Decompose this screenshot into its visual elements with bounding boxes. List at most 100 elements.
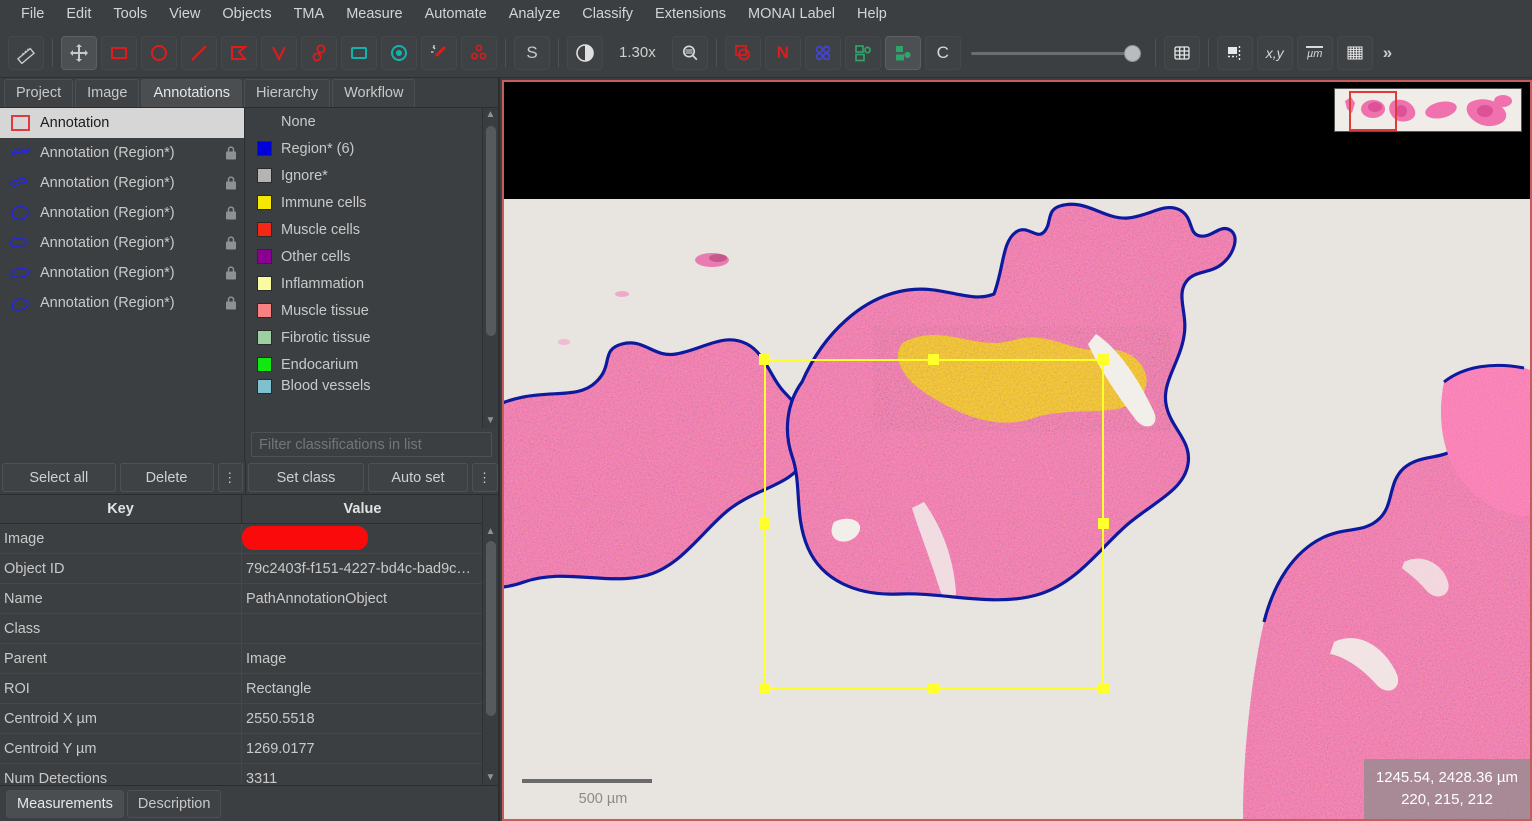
scroll-up-arrow[interactable]: ▲ [486,525,496,539]
lock-icon[interactable] [224,145,238,161]
opacity-slider[interactable] [970,36,1141,70]
menu-view[interactable]: View [158,2,211,26]
scroll-up-arrow[interactable]: ▲ [486,108,496,122]
classification-list[interactable]: None Region* (6) Ignore* Immune cells Mu… [245,108,498,428]
scalebar-icon[interactable]: µm [1296,35,1333,70]
resize-handle-se[interactable] [1098,683,1109,694]
class-row-fibrotic-tissue[interactable]: Fibrotic tissue [245,324,498,351]
line-tool-icon[interactable] [181,35,217,70]
table-row[interactable]: Image [0,524,498,554]
annotation-row[interactable]: Annotation (Region*) [0,138,244,168]
show-detections-icon[interactable] [804,35,841,70]
table-row[interactable]: Num Detections 3311 [0,764,498,785]
class-row-muscle-tissue[interactable]: Muscle tissue [245,297,498,324]
annotations-more-button[interactable]: ⋮ [217,463,243,492]
scroll-thumb[interactable] [486,541,496,716]
tab-workflow[interactable]: Workflow [332,79,416,107]
resize-handle-e[interactable] [1098,518,1109,529]
wand-tool-icon[interactable] [421,35,457,70]
menu-extensions[interactable]: Extensions [644,2,737,26]
menu-analyze[interactable]: Analyze [498,2,572,26]
menu-help[interactable]: Help [846,2,898,26]
class-row-ignore[interactable]: Ignore* [245,162,498,189]
slider-thumb[interactable] [1123,44,1141,62]
menu-tools[interactable]: Tools [102,2,158,26]
points-tool-icon[interactable] [381,35,417,70]
classes-more-button[interactable]: ⋮ [472,463,498,492]
table-row[interactable]: Parent Image [0,644,498,674]
measurements-scrollbar[interactable]: ▲ ▼ [482,495,498,785]
rectangle-tool-icon[interactable] [101,35,137,70]
lock-icon[interactable] [224,265,238,281]
image-viewer[interactable]: 500 µm 1245.54, 2428.36 µm 220, 215, 212 [502,80,1532,821]
menu-tma[interactable]: TMA [283,2,336,26]
menu-measure[interactable]: Measure [335,2,413,26]
lock-icon[interactable] [224,235,238,251]
resize-handle-ne[interactable] [1098,354,1109,365]
select-all-button[interactable]: Select all [2,463,116,492]
pixel-grid-icon[interactable] [1336,35,1373,70]
class-row-blood-vessels[interactable]: Blood vessels [245,378,498,394]
table-row[interactable]: Class [0,614,498,644]
show-grid-icon[interactable] [1163,35,1200,70]
polyline-tool-icon[interactable] [261,35,297,70]
annotation-row[interactable]: Annotation (Region*) [0,288,244,318]
class-row-endocarium[interactable]: Endocarium [245,351,498,378]
location-icon[interactable]: x,y [1256,35,1293,70]
class-row-muscle-cells[interactable]: Muscle cells [245,216,498,243]
lock-icon[interactable] [224,295,238,311]
resize-handle-w[interactable] [759,518,770,529]
scroll-down-arrow[interactable]: ▼ [486,414,496,428]
table-row[interactable]: ROI Rectangle [0,674,498,704]
column-header-key[interactable]: Key [0,495,242,523]
menu-monai-label[interactable]: MONAI Label [737,2,846,26]
classification-icon[interactable]: C [924,35,961,70]
column-header-value[interactable]: Value [242,495,484,523]
tab-measurements[interactable]: Measurements [6,789,124,818]
annotation-list[interactable]: Annotation Annotation (Region*) Annotati… [0,108,246,428]
class-row-region[interactable]: Region* (6) [245,135,498,162]
class-row-none[interactable]: None [245,108,498,135]
resize-handle-sw[interactable] [759,683,770,694]
annotation-row[interactable]: Annotation (Region*) [0,258,244,288]
rectangle-filled-icon[interactable] [341,35,377,70]
annotation-row-selected[interactable]: Annotation [0,108,245,138]
tab-project[interactable]: Project [4,79,74,107]
delete-button[interactable]: Delete [119,463,214,492]
set-class-button[interactable]: Set class [248,463,364,492]
class-row-other-cells[interactable]: Other cells [245,243,498,270]
slide-overview-thumbnail[interactable] [1334,88,1522,132]
scroll-down-arrow[interactable]: ▼ [486,771,496,785]
show-names-icon[interactable]: N [764,35,801,70]
tab-hierarchy[interactable]: Hierarchy [244,79,331,107]
filter-classifications-input[interactable] [251,432,492,457]
fill-detections-icon[interactable] [884,35,921,70]
menu-automate[interactable]: Automate [414,2,498,26]
table-row[interactable]: Name PathAnnotationObject [0,584,498,614]
tab-image[interactable]: Image [75,79,140,107]
resize-handle-nw[interactable] [759,354,770,365]
menu-edit[interactable]: Edit [55,2,102,26]
move-hand-icon[interactable] [61,35,97,70]
brightness-contrast-icon[interactable] [567,35,603,70]
measure-ruler-icon[interactable] [8,35,44,70]
cell-tool-icon[interactable] [461,35,497,70]
auto-set-button[interactable]: Auto set [368,463,468,492]
annotation-row[interactable]: Annotation (Region*) [0,228,244,258]
brush-tool-icon[interactable] [301,35,337,70]
class-row-inflammation[interactable]: Inflammation [245,270,498,297]
selection-mode-icon[interactable]: S [514,35,550,70]
overview-icon[interactable] [1216,35,1253,70]
tab-description[interactable]: Description [126,789,222,818]
scroll-thumb[interactable] [486,126,496,336]
tab-annotations[interactable]: Annotations [141,79,243,107]
selected-annotation-rectangle[interactable] [759,354,1109,694]
annotation-row[interactable]: Annotation (Region*) [0,198,244,228]
magnifier-icon[interactable] [671,35,708,70]
table-row[interactable]: Centroid Y µm 1269.0177 [0,734,498,764]
table-row[interactable]: Centroid X µm 2550.5518 [0,704,498,734]
menu-objects[interactable]: Objects [211,2,282,26]
menu-file[interactable]: File [10,2,55,26]
lock-icon[interactable] [224,175,238,191]
annotation-row[interactable]: Annotation (Region*) [0,168,244,198]
